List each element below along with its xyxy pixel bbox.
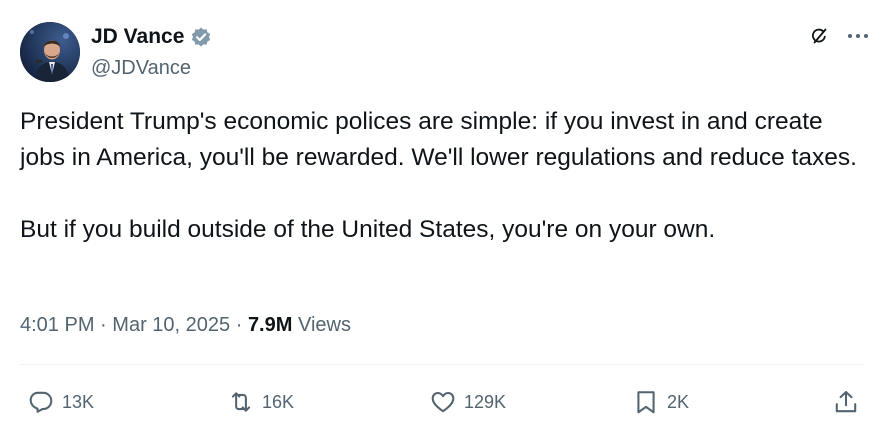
more-icon[interactable] [846, 26, 870, 46]
reply-icon [29, 391, 53, 413]
share-button[interactable] [833, 380, 859, 424]
tweet-paragraph: President Trump's economic polices are s… [20, 108, 857, 171]
tweet-paragraph: But if you build outside of the United S… [20, 216, 716, 243]
author-name-row[interactable]: JD Vance [91, 24, 212, 50]
bookmark-count: 2K [667, 391, 690, 412]
author-handle[interactable]: @JDVance [91, 56, 191, 80]
divider [20, 364, 864, 365]
avatar[interactable] [20, 22, 80, 82]
reply-count: 13K [62, 391, 95, 412]
tweet-meta: 4:01 PM · Mar 10, 2025 · 7.9M Views [20, 312, 351, 338]
tweet-top-actions [810, 26, 870, 46]
like-icon [431, 391, 455, 413]
bookmark-icon [637, 391, 655, 414]
display-name[interactable]: JD Vance [91, 24, 184, 50]
repost-icon [231, 392, 251, 412]
tweet-date[interactable]: Mar 10, 2025 [112, 314, 230, 336]
grok-icon[interactable] [810, 27, 828, 45]
reply-button[interactable]: 13K [28, 380, 94, 424]
like-button[interactable]: 129K [430, 380, 506, 424]
share-icon [835, 391, 857, 413]
like-count: 129K [464, 391, 507, 412]
tweet-text: President Trump's economic polices are s… [20, 104, 870, 248]
views-label: Views [297, 314, 351, 336]
avatar-image [20, 22, 80, 82]
bookmark-button[interactable]: 2K [633, 380, 689, 424]
meta-separator: · [235, 314, 243, 336]
repost-button[interactable]: 16K [228, 380, 294, 424]
views-count[interactable]: 7.9M [248, 314, 292, 336]
tweet-card: JD Vance @JDVance President Trump's econ… [0, 0, 884, 430]
meta-separator: · [100, 314, 107, 336]
tweet-actions-bar: 13K 16K 129K 2K [0, 380, 884, 424]
repost-count: 16K [262, 391, 295, 412]
tweet-time[interactable]: 4:01 PM [20, 314, 94, 336]
verified-badge-icon [190, 26, 212, 48]
